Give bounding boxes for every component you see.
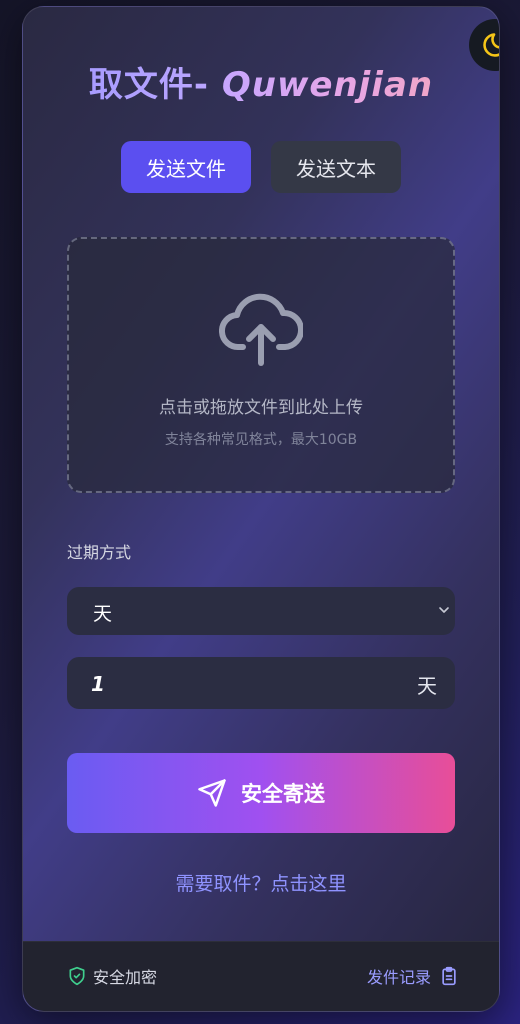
dropzone-sub-text: 支持各种常见格式，最大10GB: [164, 432, 358, 448]
secure-send-label: 安全寄送: [241, 782, 325, 806]
send-icon: [197, 778, 227, 808]
clipboard-icon: [439, 966, 459, 986]
expiration-type-value: 天: [93, 603, 113, 625]
title-cjk: 取文件-: [88, 65, 210, 105]
moon-icon: [483, 33, 499, 57]
tab-send-text[interactable]: 发送文本: [271, 141, 401, 193]
secure-encryption-badge: 安全加密: [67, 964, 157, 988]
chevron-down-icon: [439, 607, 449, 613]
expiration-unit-label: 天: [417, 674, 437, 698]
tab-send-file[interactable]: 发送文件: [121, 141, 251, 193]
expiration-amount-input[interactable]: [89, 667, 343, 701]
title-latin: Quwenjian: [221, 65, 434, 105]
retrieve-file-link[interactable]: 需要取件？点击这里: [23, 869, 499, 896]
cloud-upload-icon: [219, 293, 303, 366]
shield-check-icon: [67, 966, 87, 986]
page-title: 取文件- Quwenjian: [23, 57, 499, 106]
dropzone-main-text: 点击或拖放文件到此处上传: [159, 398, 363, 418]
file-dropzone[interactable]: 点击或拖放文件到此处上传 支持各种常见格式，最大10GB: [67, 237, 455, 493]
send-history-label: 发件记录: [366, 968, 431, 987]
send-history-link[interactable]: 发件记录: [367, 964, 459, 988]
expiration-type-select[interactable]: 天: [67, 587, 455, 635]
secure-send-button[interactable]: 安全寄送: [67, 753, 455, 833]
expiration-label: 过期方式: [67, 543, 132, 562]
main-card: 取文件- Quwenjian 发送文件 发送文本 点击或拖放文件到此处上传 支持…: [22, 6, 500, 1012]
footer-bar: 安全加密 发件记录: [23, 941, 499, 1011]
secure-encryption-label: 安全加密: [93, 968, 158, 987]
expiration-amount-field: 天: [67, 657, 455, 709]
